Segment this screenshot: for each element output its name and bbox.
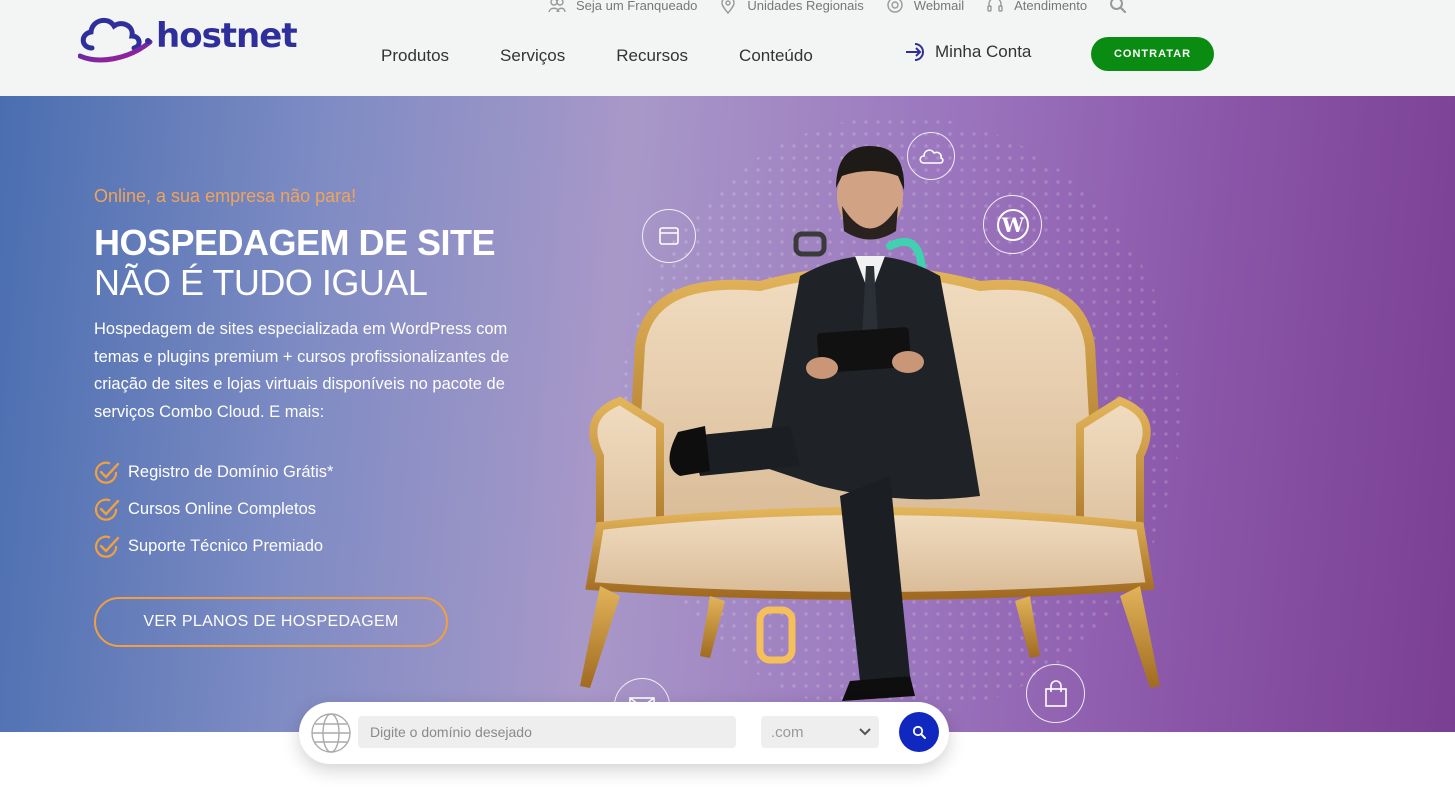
benefit-label: Suporte Técnico Premiado — [128, 537, 324, 555]
domain-search-button[interactable] — [899, 712, 939, 752]
site-header: hostnet Seja um Franqueado Unidades Regi… — [0, 0, 1455, 96]
globe-icon — [311, 713, 351, 753]
check-circle-icon — [94, 461, 120, 484]
hero-description: Hospedagem de sites especializada em Wor… — [94, 320, 509, 421]
shopping-bag-icon — [1044, 679, 1067, 707]
hero-kicker: Online, a sua empresa não para! — [94, 186, 357, 206]
chevron-down-icon — [859, 728, 871, 736]
nav-item-conteudo[interactable]: Conteúdo — [739, 44, 813, 68]
login-icon — [906, 43, 924, 61]
people-icon — [548, 0, 566, 13]
contratar-button[interactable]: CONTRATAR — [1091, 37, 1214, 71]
search-icon — [912, 725, 926, 739]
hostnet-logo[interactable]: hostnet — [78, 12, 298, 66]
cloud-icon — [919, 149, 944, 164]
cloud-logo-icon — [78, 17, 153, 63]
browser-bubble — [642, 209, 696, 263]
view-hosting-plans-button[interactable]: VER PLANOS DE HOSPEDAGEM — [94, 597, 448, 647]
topbar-label: Webmail — [913, 0, 965, 13]
my-account-link[interactable]: Minha Conta — [905, 42, 1031, 62]
topbar-label: Atendimento — [1014, 0, 1088, 13]
top-utility-bar: Seja um Franqueado Unidades Regionais We… — [548, 0, 1127, 16]
tld-selected-value: .com — [771, 723, 804, 741]
wordpress-icon: W — [996, 208, 1029, 241]
check-circle-icon — [94, 535, 120, 558]
svg-text:W: W — [1000, 213, 1024, 237]
hero-title-line1: HOSPEDAGEM DE SITE — [94, 222, 496, 263]
shopping-bag-bubble — [1026, 664, 1085, 723]
topbar-franchise-link[interactable]: Seja um Franqueado — [548, 0, 697, 14]
nav-item-produtos[interactable]: Produtos — [381, 44, 449, 68]
nav-item-recursos[interactable]: Recursos — [616, 44, 688, 68]
headset-icon — [987, 0, 1003, 12]
topbar-regional-link[interactable]: Unidades Regionais — [719, 0, 864, 14]
topbar-label: Unidades Regionais — [747, 0, 864, 13]
topbar-support-link[interactable]: Atendimento — [986, 0, 1087, 14]
hero-title-line2: NÃO É TUDO IGUAL — [94, 262, 428, 303]
main-nav: Produtos Serviços Recursos Conteúdo — [381, 44, 864, 68]
wordpress-bubble: W — [983, 195, 1042, 254]
check-circle-icon — [94, 498, 120, 521]
benefit-label: Registro de Domínio Grátis* — [128, 463, 334, 481]
domain-search-bar: .com — [299, 702, 949, 764]
tld-select[interactable]: .com — [761, 716, 879, 748]
benefit-label: Cursos Online Completos — [128, 500, 316, 518]
hero-section: W Online, a sua empresa não para! HOSPED… — [0, 96, 1455, 732]
search-icon[interactable] — [1109, 0, 1127, 14]
nav-item-servicos[interactable]: Serviços — [500, 44, 565, 68]
topbar-webmail-link[interactable]: Webmail — [886, 0, 964, 14]
browser-window-icon — [659, 227, 679, 245]
account-label: Minha Conta — [935, 42, 1032, 61]
benefit-item: Cursos Online Completos — [94, 491, 333, 528]
mail-at-icon — [887, 0, 903, 13]
domain-input[interactable] — [358, 716, 736, 748]
benefit-item: Registro de Domínio Grátis* — [94, 454, 333, 491]
location-pin-icon — [721, 0, 736, 14]
benefit-list: Registro de Domínio Grátis* Cursos Onlin… — [94, 454, 333, 565]
brand-name: hostnet — [156, 16, 298, 56]
topbar-label: Seja um Franqueado — [576, 0, 698, 13]
benefit-item: Suporte Técnico Premiado — [94, 528, 333, 565]
cloud-bubble — [907, 132, 955, 180]
